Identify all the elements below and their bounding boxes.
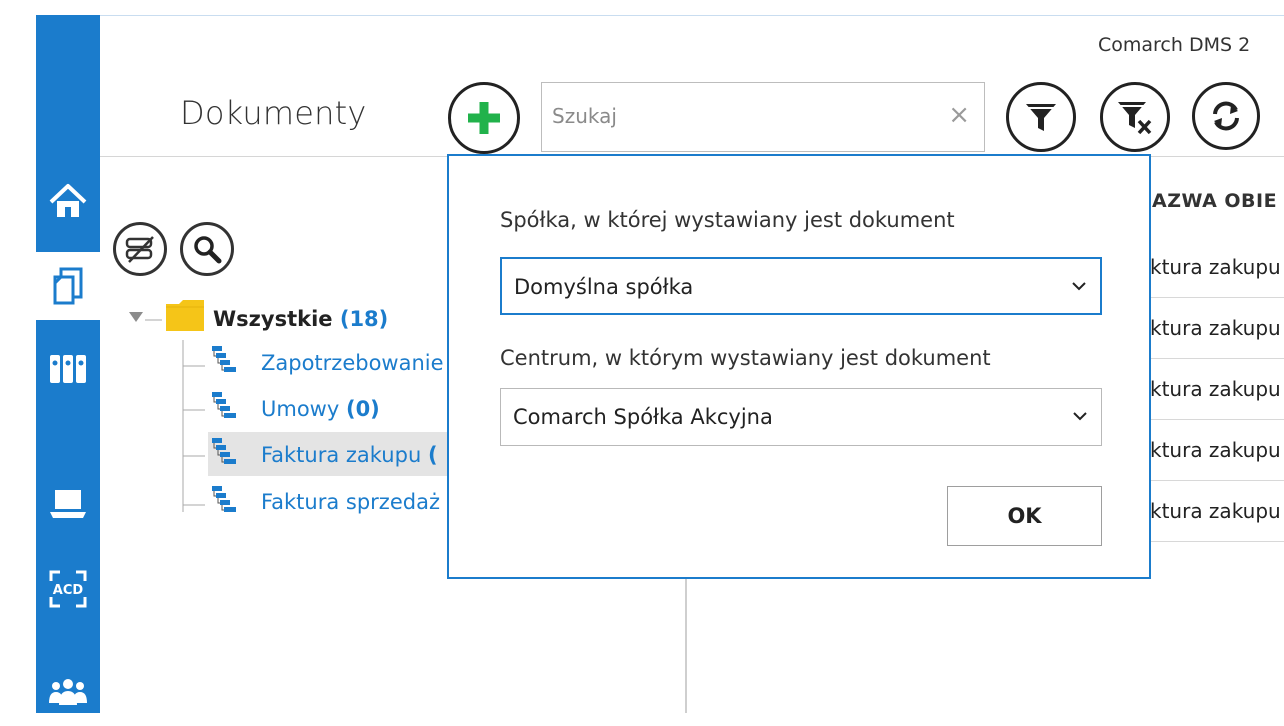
- company-select-dialog: Spółka, w której wystawiany jest dokumen…: [447, 154, 1151, 579]
- doctype-icon: [212, 346, 236, 372]
- panel-divider[interactable]: [685, 578, 687, 713]
- filter-icon: [1026, 104, 1056, 131]
- tree-item-label: Umowy: [261, 397, 340, 421]
- company-select[interactable]: Domyślna spółka: [500, 257, 1102, 315]
- list-cell: ktura zakupu: [1150, 438, 1281, 462]
- tree-item-count: (: [427, 443, 438, 467]
- clear-filter-button[interactable]: [1100, 82, 1170, 152]
- doctype-icon: [212, 486, 236, 512]
- tree-item-label: Faktura zakupu: [261, 443, 422, 467]
- refresh-button[interactable]: [1192, 82, 1260, 150]
- list-cell: ktura zakupu: [1150, 316, 1281, 340]
- chevron-down-icon: [1072, 282, 1086, 291]
- search-input[interactable]: [552, 83, 932, 149]
- clear-search-icon[interactable]: ×: [948, 100, 970, 130]
- filter-clear-icon: [1118, 102, 1152, 135]
- tree-root-count: (18): [339, 307, 389, 331]
- app-title: Comarch DMS 2: [1098, 34, 1251, 56]
- list-item[interactable]: ktura zakupu: [1150, 361, 1284, 420]
- list-cell: ktura zakupu: [1150, 255, 1281, 279]
- search-box: ×: [541, 82, 985, 152]
- list-item[interactable]: ktura zakupu: [1150, 483, 1284, 542]
- tree-item-count: (0): [345, 397, 380, 421]
- list-column-header[interactable]: AZWA OBIE: [1152, 190, 1277, 212]
- list-item[interactable]: ktura zakupu: [1150, 300, 1284, 359]
- filter-button[interactable]: [1006, 82, 1076, 152]
- refresh-icon: [1213, 101, 1239, 131]
- tree-root-label: Wszystkie: [213, 307, 333, 331]
- folder-icon: [166, 300, 204, 331]
- list-item[interactable]: ktura zakupu: [1150, 422, 1284, 481]
- acd-label: ACD: [53, 583, 84, 598]
- tree-item-label: Zapotrzebowanie: [261, 351, 444, 375]
- center-label: Centrum, w którym wystawiany jest dokume…: [500, 346, 991, 370]
- chevron-down-icon: [1073, 412, 1087, 421]
- tree-item-umowy[interactable]: Umowy (0): [261, 397, 380, 421]
- tree-item-label: Faktura sprzedaż: [261, 490, 440, 514]
- tree-item-faktura-sprzedaz[interactable]: Faktura sprzedaż: [261, 490, 440, 514]
- users-icon: [49, 679, 87, 705]
- center-select-value: Comarch Spółka Akcyjna: [513, 405, 773, 429]
- center-select[interactable]: Comarch Spółka Akcyjna: [500, 388, 1102, 446]
- ok-button[interactable]: OK: [947, 486, 1102, 546]
- tree-item-faktura-zakupu[interactable]: Faktura zakupu (: [261, 443, 438, 467]
- company-label: Spółka, w której wystawiany jest dokumen…: [500, 208, 955, 232]
- doctype-icon: [212, 438, 236, 464]
- acd-icon: ACD: [49, 570, 87, 608]
- company-select-value: Domyślna spółka: [514, 275, 694, 299]
- doctype-icon: [212, 392, 236, 418]
- list-item[interactable]: ktura zakupu: [1150, 239, 1284, 298]
- sidebar-item-users[interactable]: [36, 658, 100, 726]
- list-cell: ktura zakupu: [1150, 499, 1281, 523]
- tree-root[interactable]: Wszystkie (18): [213, 307, 388, 331]
- sidebar-item-acd[interactable]: ACD: [36, 555, 100, 623]
- tree-item-zapotrzebowanie[interactable]: Zapotrzebowanie: [261, 351, 444, 375]
- plus-icon: [468, 102, 500, 134]
- list-cell: ktura zakupu: [1150, 377, 1281, 401]
